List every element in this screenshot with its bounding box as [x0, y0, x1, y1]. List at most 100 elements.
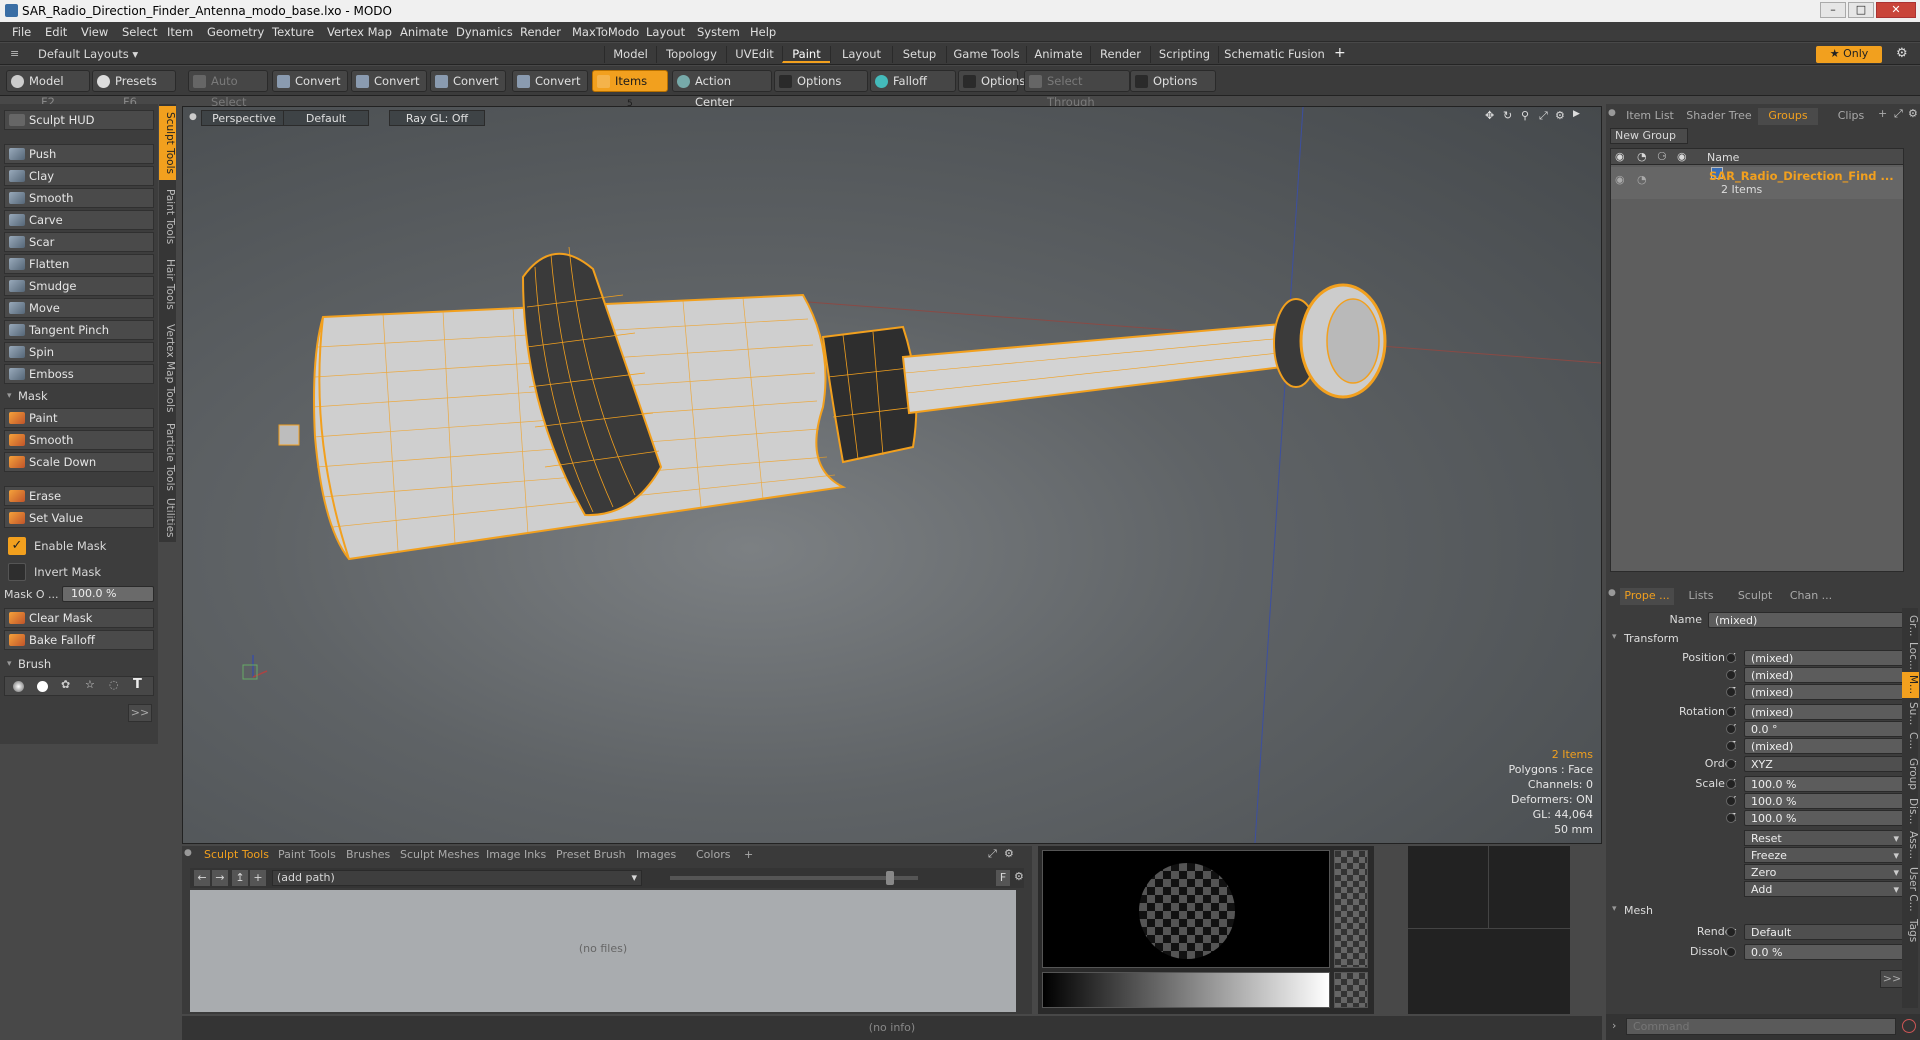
more-button[interactable]: >> — [128, 704, 152, 722]
eye-icon[interactable]: ◉ — [1615, 173, 1625, 186]
tool-tangent-pinch[interactable]: Tangent Pinch — [4, 320, 154, 340]
btab-sculpt-tools[interactable]: Sculpt Tools — [204, 848, 269, 864]
path-dropdown[interactable]: (add path) ▾ — [272, 870, 642, 886]
tab-scripting[interactable]: Scripting — [1150, 46, 1218, 63]
vtab-paint-tools[interactable]: Paint Tools — [159, 184, 176, 250]
vtab-vertex-map-tools[interactable]: Vertex Map Tools — [159, 318, 176, 418]
lock-icon[interactable]: ⚆ — [1657, 150, 1667, 163]
default-layouts-dropdown[interactable]: Default Layouts ▾ — [38, 47, 138, 61]
tool-move[interactable]: Move — [4, 298, 154, 318]
gear-icon[interactable]: ⚙ — [1896, 46, 1908, 61]
btab-preset-brush[interactable]: Preset Brush — [556, 848, 626, 864]
tab-model[interactable]: Model — [604, 46, 656, 63]
bake-falloff-button[interactable]: Bake Falloff — [4, 630, 154, 650]
add-dropdown[interactable]: Add — [1744, 881, 1904, 897]
model-button[interactable]: Model F2 — [6, 70, 90, 109]
anim-dot[interactable] — [1726, 687, 1736, 697]
name-field[interactable]: (mixed) — [1708, 612, 1914, 628]
text-brush-icon[interactable]: T — [133, 677, 142, 692]
side-tab-mesh[interactable]: M... — [1902, 672, 1919, 698]
anim-dot[interactable] — [1726, 759, 1736, 769]
tool-clay[interactable]: Clay — [4, 166, 154, 186]
eye-icon[interactable]: ◉ — [1615, 150, 1625, 163]
convert-vertices-button[interactable]: Convert — [272, 70, 348, 92]
panel-menu-icon[interactable]: ● — [1608, 108, 1616, 118]
rtab-clips[interactable]: Clips — [1828, 108, 1874, 125]
thumbnail-size-slider[interactable] — [670, 876, 918, 880]
group-row[interactable]: ◉ ◔ SAR_Radio_Direction_Find ... 2 Items — [1611, 167, 1903, 199]
side-tab-c[interactable]: C... — [1902, 730, 1919, 752]
tool-push[interactable]: Push — [4, 144, 154, 164]
menu-view[interactable]: View — [81, 25, 108, 39]
render-dropdown[interactable]: Default — [1744, 924, 1904, 940]
reset-dropdown[interactable]: Reset — [1744, 830, 1904, 846]
sculpt-hud-button[interactable]: Sculpt HUD — [4, 110, 154, 130]
order-dropdown[interactable]: XYZ — [1744, 756, 1904, 772]
anim-dot[interactable] — [1726, 653, 1736, 663]
file-list[interactable]: (no files) — [190, 890, 1016, 1012]
menu-animate[interactable]: Animate — [400, 25, 448, 39]
tab-setup[interactable]: Setup — [892, 46, 946, 63]
btab-colors[interactable]: Colors — [696, 848, 730, 864]
menu-maxtomodo[interactable]: MaxToModo — [572, 25, 639, 39]
auto-select-button[interactable]: Auto Select — [188, 70, 268, 109]
btab-image-inks[interactable]: Image Inks — [486, 848, 546, 864]
forward-arrow-icon[interactable]: → — [212, 870, 228, 886]
render-icon[interactable]: ◔ — [1637, 173, 1647, 186]
panel-menu-icon[interactable]: ● — [184, 848, 192, 858]
anim-dot[interactable] — [1726, 796, 1736, 806]
brush-section-header[interactable]: Brush — [4, 656, 154, 674]
name-column-header[interactable]: Name — [1707, 151, 1739, 164]
panel-settings-icon[interactable]: ⚙ — [1004, 847, 1014, 860]
side-tab-assembly[interactable]: Ass... — [1902, 828, 1919, 862]
rtab-groups[interactable]: Groups — [1758, 108, 1818, 125]
tab-game-tools[interactable]: Game Tools — [946, 46, 1026, 63]
menu-render[interactable]: Render — [520, 25, 561, 39]
tab-animate[interactable]: Animate — [1026, 46, 1090, 63]
menu-dynamics[interactable]: Dynamics — [456, 25, 513, 39]
up-arrow-icon[interactable]: ↥ — [232, 870, 248, 886]
tool-spin[interactable]: Spin — [4, 342, 154, 362]
panel-expand-icon[interactable]: ⤢ — [988, 847, 997, 861]
only-toggle[interactable]: ★ Only — [1816, 46, 1882, 63]
vtab-utilities[interactable]: Utilities — [159, 496, 176, 540]
tool-scar[interactable]: Scar — [4, 232, 154, 252]
convert-polygons-button[interactable]: Convert — [430, 70, 506, 92]
btab-sculpt-meshes[interactable]: Sculpt Meshes — [400, 848, 479, 864]
menu-item[interactable]: Item — [167, 25, 193, 39]
mask-tool-paint[interactable]: Paint — [4, 408, 154, 428]
menu-select[interactable]: Select — [122, 25, 157, 39]
new-group-button[interactable]: New Group — [1610, 128, 1688, 144]
mask-opacity-field[interactable]: 100.0 % — [62, 586, 154, 602]
tab-topology[interactable]: Topology — [656, 46, 726, 63]
browser-settings-icon[interactable]: ⚙ — [1014, 870, 1024, 883]
mesh-section[interactable]: Mesh — [1612, 904, 1653, 917]
vtab-hair-tools[interactable]: Hair Tools — [159, 252, 176, 316]
menu-vertex-map[interactable]: Vertex Map — [327, 25, 392, 39]
tool-emboss[interactable]: Emboss — [4, 364, 154, 384]
panel-settings-icon[interactable]: ⚙ — [1908, 107, 1918, 120]
items-button[interactable]: Items 5 — [592, 70, 668, 109]
set-value-button[interactable]: Set Value — [4, 508, 154, 528]
tool-flatten[interactable]: Flatten — [4, 254, 154, 274]
side-tab-tags[interactable]: Tags — [1902, 916, 1919, 946]
side-tab-group-2[interactable]: Group — [1902, 754, 1919, 794]
menu-texture[interactable]: Texture — [272, 25, 314, 39]
command-input[interactable] — [1626, 1018, 1896, 1035]
action-center-button[interactable]: Action Center — [672, 70, 772, 109]
rtab-shader-tree[interactable]: Shader Tree — [1680, 108, 1758, 125]
rtab-channels[interactable]: Chan ... — [1784, 588, 1838, 605]
add-tab-icon[interactable]: + — [1878, 107, 1887, 120]
menu-geometry[interactable]: Geometry — [207, 25, 264, 39]
splat-brush-icon[interactable]: ✿ — [61, 678, 70, 691]
more-button[interactable]: >> — [1880, 970, 1904, 988]
transform-section[interactable]: Transform — [1612, 632, 1679, 645]
vtab-sculpt-tools[interactable]: Sculpt Tools — [159, 106, 176, 180]
side-tab-display[interactable]: Dis... — [1902, 796, 1919, 826]
add-tab-button[interactable]: + — [1334, 45, 1346, 61]
mask-section-header[interactable]: Mask — [4, 388, 154, 406]
rtab-sculpt[interactable]: Sculpt — [1728, 588, 1782, 605]
enable-mask-checkbox[interactable]: ✓ Enable Mask — [6, 536, 154, 556]
convert-items-button[interactable]: Convert — [512, 70, 588, 92]
stop-icon[interactable] — [1902, 1019, 1916, 1033]
